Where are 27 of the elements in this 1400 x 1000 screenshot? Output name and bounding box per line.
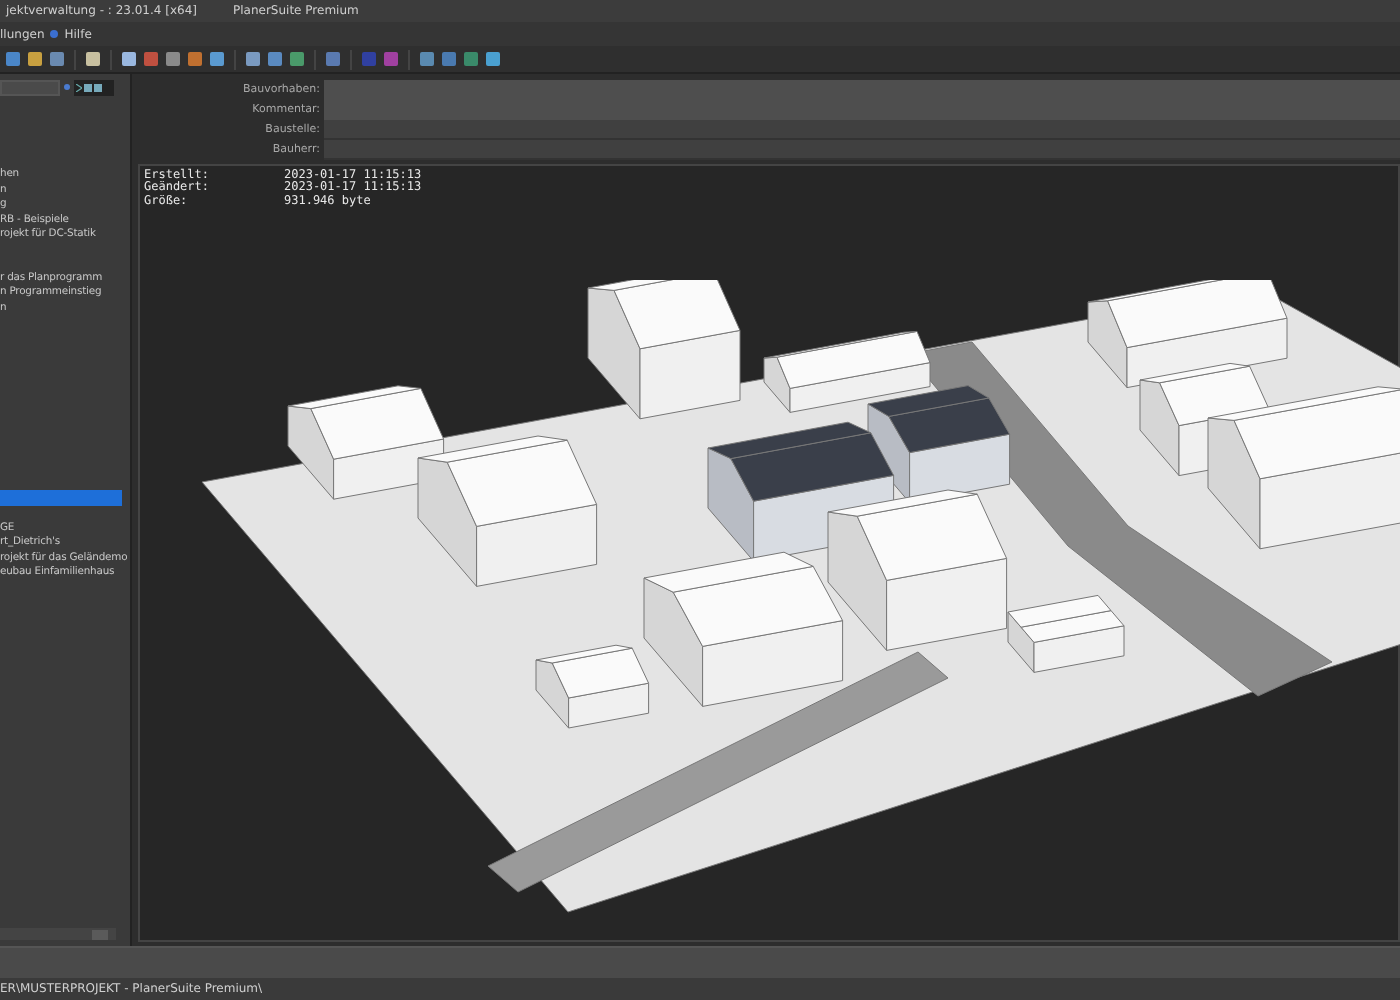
horizontal-scrollbar[interactable] — [0, 928, 116, 940]
tile-icon — [290, 52, 304, 66]
help-icon — [50, 30, 59, 38]
tile-icon — [86, 52, 100, 66]
tile-icon — [486, 52, 500, 66]
tile-icon — [144, 52, 158, 66]
tile-icon — [420, 52, 434, 66]
tile-icon — [362, 52, 376, 66]
tile-icon — [442, 52, 456, 66]
tile-icon — [268, 52, 282, 66]
combo-field[interactable] — [0, 79, 60, 95]
tile-icon — [246, 52, 260, 66]
tile-icon — [210, 52, 224, 66]
chevron-icon[interactable] — [76, 83, 82, 91]
tile-icon — [384, 52, 398, 66]
tile-icon — [326, 52, 340, 66]
tile-icon — [122, 52, 136, 66]
input-field[interactable] — [324, 100, 1400, 120]
tile-icon — [28, 52, 42, 66]
tile-icon — [6, 52, 20, 66]
tile-icon — [188, 52, 202, 66]
input-field[interactable] — [324, 80, 1400, 100]
tile-icon — [464, 52, 478, 66]
tile-icon — [166, 52, 180, 66]
tile-icon — [50, 52, 64, 66]
input-field[interactable] — [324, 120, 1400, 140]
scrollbar-thumb[interactable] — [92, 929, 108, 939]
